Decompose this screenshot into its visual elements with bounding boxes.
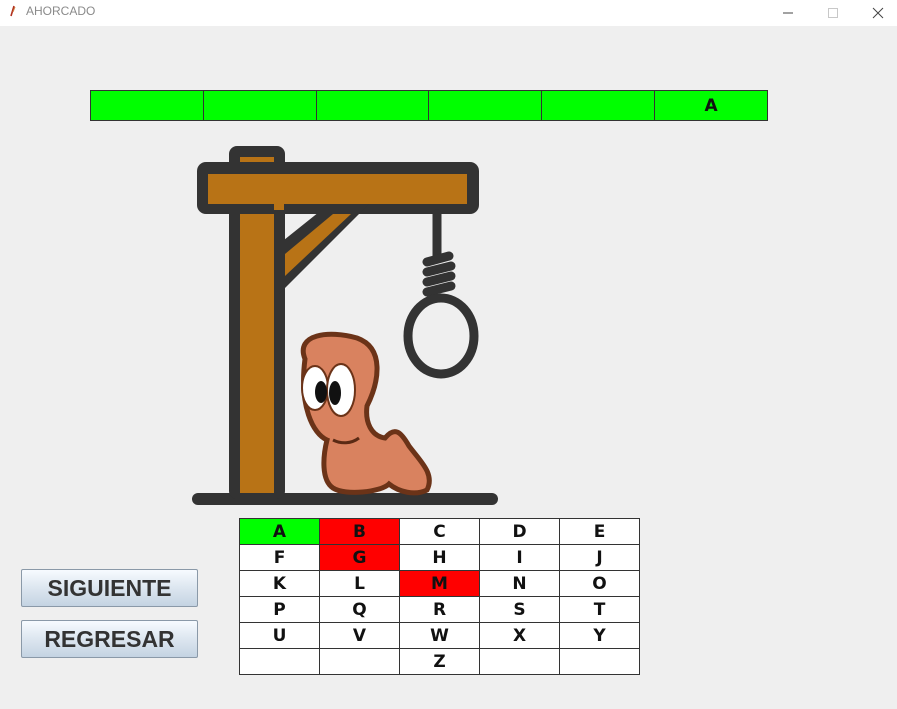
empty-key xyxy=(239,648,320,675)
close-button[interactable] xyxy=(855,0,897,26)
noose-icon xyxy=(403,209,479,379)
letter-key-o[interactable]: O xyxy=(559,570,640,597)
letter-key-z[interactable]: Z xyxy=(399,648,480,675)
letter-key-k[interactable]: K xyxy=(239,570,320,597)
letter-key-b[interactable]: B xyxy=(319,518,400,545)
letter-key-h[interactable]: H xyxy=(399,544,480,571)
letter-key-a[interactable]: A xyxy=(239,518,320,545)
letter-key-i[interactable]: I xyxy=(479,544,560,571)
letter-key-f[interactable]: F xyxy=(239,544,320,571)
letter-key-e[interactable]: E xyxy=(559,518,640,545)
word-slot xyxy=(90,90,204,121)
empty-key xyxy=(479,648,560,675)
word-slot xyxy=(202,90,317,121)
letter-key-c[interactable]: C xyxy=(399,518,480,545)
letter-key-s[interactable]: S xyxy=(479,596,560,623)
maximize-icon xyxy=(828,8,838,18)
letter-key-u[interactable]: U xyxy=(239,622,320,649)
maximize-button[interactable] xyxy=(810,0,856,26)
letter-key-v[interactable]: V xyxy=(319,622,400,649)
letter-key-p[interactable]: P xyxy=(239,596,320,623)
letter-key-y[interactable]: Y xyxy=(559,622,640,649)
letter-key-q[interactable]: Q xyxy=(319,596,400,623)
letter-key-t[interactable]: T xyxy=(559,596,640,623)
close-icon xyxy=(872,7,884,19)
hangman-image xyxy=(89,144,597,506)
letter-key-l[interactable]: L xyxy=(319,570,400,597)
letter-key-x[interactable]: X xyxy=(479,622,560,649)
word-slot xyxy=(428,90,543,121)
word-display: A xyxy=(90,90,768,121)
letter-key-r[interactable]: R xyxy=(399,596,480,623)
app-icon xyxy=(10,5,16,17)
word-slot xyxy=(541,90,656,121)
letter-keyboard: ABCDE FGHIJ KLMNO PQRST UVWXY Z xyxy=(239,518,640,675)
minimize-button[interactable] xyxy=(765,0,811,26)
letter-key-j[interactable]: J xyxy=(559,544,640,571)
letter-key-m[interactable]: M xyxy=(399,570,480,597)
letter-key-g[interactable]: G xyxy=(319,544,400,571)
letter-key-d[interactable]: D xyxy=(479,518,560,545)
title-bar: AHORCADO xyxy=(0,0,897,26)
letter-key-n[interactable]: N xyxy=(479,570,560,597)
minimize-icon xyxy=(783,12,793,14)
back-button[interactable]: REGRESAR xyxy=(21,620,198,658)
word-slot: A xyxy=(654,90,768,121)
empty-key xyxy=(559,648,640,675)
next-button[interactable]: SIGUIENTE xyxy=(21,569,198,607)
empty-key xyxy=(319,648,400,675)
word-slot xyxy=(315,90,430,121)
letter-key-w[interactable]: W xyxy=(399,622,480,649)
window-title: AHORCADO xyxy=(26,4,96,18)
